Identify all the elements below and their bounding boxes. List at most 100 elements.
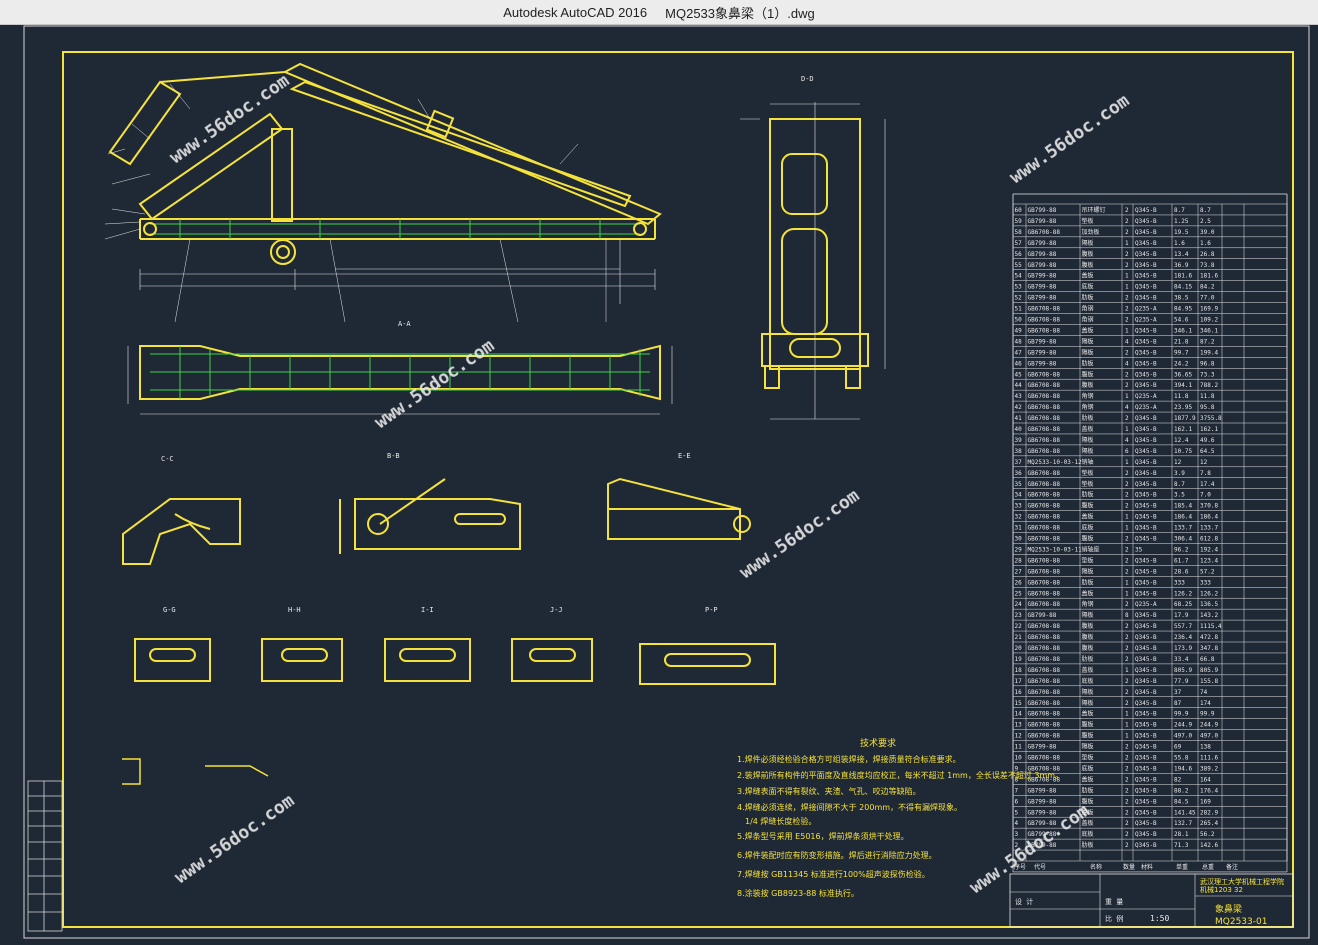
bom-cell: 19.5 [1174,229,1189,236]
bom-cell: Q345-B [1135,295,1157,302]
bom-cell: 181.6 [1174,273,1192,280]
bom-cell: 2 [1125,218,1129,225]
bom-cell: 87 [1174,700,1182,707]
label-c-c: C-C [161,455,174,463]
bom-cell: 66.8 [1200,656,1215,663]
title-block: 武汉理工大学机械工程学院 机械1203 32 象鼻梁 1:50 MQ2533-0… [1009,873,1294,928]
elevation-view [104,62,662,323]
tech-note-3: 3.焊缝表面不得有裂纹、夹渣、气孔、咬边等缺陷。 [737,786,921,796]
bom-cell: Q345-B [1135,557,1157,564]
bom-cell: 15 [1015,700,1023,707]
bom-cell: 56.2 [1200,831,1215,838]
bom-cell: Q345-B [1135,820,1157,827]
bom-cell: 27 [1015,568,1023,575]
bom-cell: GB6708-88 [1028,557,1061,564]
bom-cell: GB6708-88 [1028,634,1061,641]
bom-cell: 265.4 [1200,820,1218,827]
bom-cell: 17 [1015,678,1023,685]
section-b-b [339,478,521,554]
bom-cell: 164 [1200,776,1211,783]
bom-cell: GB6708-88 [1028,656,1061,663]
bom-cell: 1 [1125,327,1129,334]
bom-cell: Q345-B [1135,371,1157,378]
bom-cell: GB799-88 [1028,744,1057,751]
bom-cell: 2 [1125,470,1129,477]
bom-cell: GB6708-88 [1028,678,1061,685]
bom-cell: 2 [1125,776,1129,783]
detail-sketches [122,758,269,785]
bom-cell: 1 [1125,667,1129,674]
label-a-a: A-A [398,320,411,328]
bom-cell: 169.9 [1200,306,1218,313]
bom-cell: 14 [1015,711,1023,718]
bom-cell: GB6708-88 [1028,525,1061,532]
bom-header-cell: 材料 [1141,863,1153,871]
bom-cell: 33.4 [1174,656,1189,663]
bom-cell: 12.4 [1174,437,1189,444]
bom-cell: 370.8 [1200,503,1218,510]
bom-cell: 34 [1015,492,1023,499]
bom-cell: 37 [1015,459,1023,466]
bom-cell: Q345-B [1135,579,1157,586]
bom-cell: Q345-B [1135,327,1157,334]
bom-cell: 50 [1015,317,1023,324]
bom-cell: 隔板 [1082,611,1094,619]
bom-cell: 2 [1125,787,1129,794]
bom-cell: 82 [1174,776,1182,783]
bom-cell: 138 [1200,744,1211,751]
bom-cell: 169 [1200,798,1211,805]
bom-cell: 60 [1015,207,1023,214]
bom-header-cell: 代号 [1034,863,1046,871]
bom-cell: 28 [1015,557,1023,564]
bom-cell: 17.9 [1174,612,1189,619]
bom-cell: 2 [1125,689,1129,696]
bom-cell: 11.8 [1200,393,1215,400]
bom-cell: 26.8 [1200,251,1215,258]
bom-cell: 2 [1125,546,1129,553]
bom-cell: Q345-B [1135,284,1157,291]
bom-cell: 394.1 [1174,382,1192,389]
bom-cell: 隔板 [1082,239,1094,247]
bom-cell: 84.15 [1174,284,1192,291]
bom-header-cell: 总重 [1202,863,1214,871]
bom-cell: 1.6 [1174,240,1185,247]
bom-cell: 123.4 [1200,557,1218,564]
bom-cell: GB799-88 [1028,273,1057,280]
bom-cell: Q345-B [1135,831,1157,838]
bom-cell: 346.1 [1200,327,1218,334]
bom-cell: 49.6 [1200,437,1215,444]
bom-cell: 角钢 [1082,392,1094,400]
bom-cell: 7 [1015,787,1019,794]
bom-cell: 88.2 [1174,787,1189,794]
bom-cell: Q345-B [1135,525,1157,532]
bom-cell: 2.5 [1200,218,1211,225]
bom-cell: GB799-88 [1028,338,1057,345]
label-b-b: B-B [387,452,400,460]
bom-cell: Q345-B [1135,722,1157,729]
bom-cell: 24 [1015,601,1023,608]
bom-cell: 186.4 [1200,514,1218,521]
bom-cell: 2 [1125,481,1129,488]
bom-cell: 45 [1015,371,1023,378]
bom-cell: 141.45 [1174,809,1196,816]
bom-cell: 3.5 [1174,492,1185,499]
bom-cell: 2 [1125,623,1129,630]
bom-cell: 51 [1015,306,1023,313]
bom-cell: 角钢 [1082,305,1094,313]
bom-cell: 1 [1125,525,1129,532]
scale: 1:50 [1150,914,1169,923]
bom-cell: 26 [1015,579,1023,586]
bom-cell: 2 [1125,820,1129,827]
bom-cell: 垫板 [1082,480,1094,488]
bom-cell: 2 [1125,700,1129,707]
bom-cell: GB6708-88 [1028,568,1061,575]
bom-cell: 腹板 [1082,644,1094,652]
bom-cell: Q345-B [1135,711,1157,718]
design-label: 设 计 [1015,897,1033,906]
bom-cell: 57.2 [1200,568,1215,575]
bom-cell: 13.4 [1174,251,1189,258]
bom-cell: Q345-B [1135,733,1157,740]
bom-cell: 41 [1015,415,1023,422]
bom-cell: Q345-B [1135,536,1157,543]
drawing-canvas[interactable]: 60 GB799-88 吊环螺钉 2 Q345-B 8.7 8.7 59 GB799-88 垫板 2… [0,24,1318,945]
